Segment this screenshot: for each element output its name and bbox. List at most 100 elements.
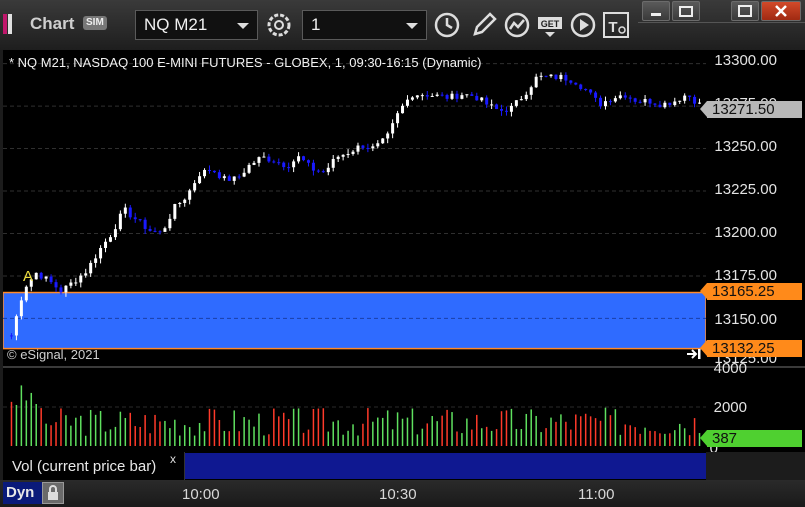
study-tab-strip: [185, 453, 706, 479]
candle-body: [242, 172, 246, 177]
volume-pane[interactable]: [3, 368, 706, 452]
candle-body: [123, 207, 127, 214]
restore-icon[interactable]: [672, 1, 700, 21]
candle-body: [222, 176, 226, 179]
candle-body: [64, 285, 68, 293]
candle-body: [678, 100, 682, 102]
candle-body: [306, 160, 310, 163]
price-axis-label: 13150.00: [714, 311, 777, 328]
candle-body: [673, 101, 677, 106]
candle-body: [316, 170, 320, 172]
candle-body: [465, 94, 469, 96]
price-axis-label: 13300.00: [714, 52, 777, 69]
candle-body: [84, 273, 88, 276]
lock-icon[interactable]: [42, 482, 64, 504]
candle-body: [485, 97, 489, 105]
minimize-icon[interactable]: [642, 1, 670, 21]
candle-body: [381, 138, 385, 144]
candle-body: [336, 156, 340, 160]
candle-body: [638, 101, 642, 103]
candle-body: [584, 88, 588, 90]
candle-body: [9, 335, 13, 337]
candle-body: [297, 156, 301, 162]
candle-body: [376, 143, 380, 147]
candle-body: [198, 176, 202, 184]
chart-study-icon[interactable]: [502, 10, 532, 40]
candle-body: [188, 190, 192, 200]
close-icon[interactable]: [761, 1, 801, 21]
candle-body: [519, 99, 523, 101]
symbol-selector[interactable]: NQ M21: [135, 10, 258, 40]
candle-body: [153, 230, 157, 232]
candle-body: [460, 95, 464, 99]
candle-body: [287, 167, 291, 169]
get-data-icon[interactable]: GET: [535, 10, 565, 40]
price-chart-canvas: A: [2, 63, 707, 350]
candle-body: [693, 96, 697, 104]
candle-body: [658, 104, 662, 108]
price-chart-pane[interactable]: A * NQ M21, NASDAQ 100 E-MINI FUTURES - …: [2, 50, 707, 366]
study-tab-volume[interactable]: Vol (current price bar): [3, 452, 185, 480]
candle-body: [227, 176, 231, 181]
price-range-box: [2, 291, 707, 350]
candle-body: [653, 103, 657, 105]
clock-icon[interactable]: [432, 10, 462, 40]
candle-body: [252, 162, 256, 165]
candle-body: [207, 169, 211, 171]
candle-body: [217, 172, 221, 179]
range-high-marker: 13165.25: [700, 283, 802, 300]
candle-body: [391, 123, 395, 134]
text-tool-icon[interactable]: T: [601, 10, 631, 40]
candle-body: [396, 113, 400, 124]
trade-mode-indicator: [3, 14, 23, 34]
candle-body: [19, 300, 23, 317]
candle-body: [24, 286, 28, 301]
candle-body: [371, 146, 375, 149]
close-icon[interactable]: x: [170, 452, 176, 466]
maximize-icon[interactable]: [731, 1, 759, 21]
candle-body: [257, 157, 261, 163]
candle-body: [173, 204, 177, 219]
candle-body: [302, 156, 306, 161]
candle-body: [599, 97, 603, 107]
settings-gear-icon[interactable]: [264, 10, 294, 40]
candle-body: [475, 95, 479, 101]
candle-body: [440, 94, 444, 96]
candle-body: [683, 95, 687, 101]
time-tick-label: 11:00: [578, 486, 615, 503]
candle-body: [643, 98, 647, 103]
candle-body: [470, 94, 474, 96]
play-icon[interactable]: [568, 10, 598, 40]
candle-body: [549, 74, 553, 77]
candle-body: [425, 95, 429, 97]
candle-body: [272, 161, 276, 163]
candle-body: [633, 98, 637, 102]
candle-body: [569, 80, 573, 83]
dynamic-mode-button[interactable]: Dyn: [3, 482, 42, 504]
volume-axis-label: 2000: [713, 399, 747, 416]
candle-body: [212, 170, 216, 173]
candle-body: [247, 164, 251, 173]
candle-body: [663, 102, 667, 108]
interval-selector[interactable]: 1: [302, 10, 427, 40]
last-price-marker: 13271.50: [700, 101, 802, 118]
price-axis[interactable]: 13300.00 13275.00 13250.00 13225.00 1320…: [700, 50, 805, 366]
candle-body: [613, 98, 617, 102]
candle-body: [435, 94, 439, 96]
study-tab-label: Vol (current price bar): [12, 458, 157, 475]
pencil-draw-icon[interactable]: [469, 10, 499, 40]
price-axis-label: 13225.00: [714, 181, 777, 198]
candle-body: [158, 231, 162, 233]
time-tick-label: 10:00: [182, 486, 220, 503]
candle-body: [514, 100, 518, 106]
price-axis-label: 13250.00: [714, 138, 777, 155]
candle-body: [138, 219, 142, 221]
volume-axis[interactable]: 4000 2000 0 387: [700, 360, 805, 452]
candle-body: [574, 82, 578, 85]
candle-body: [193, 183, 197, 191]
candle-body: [143, 219, 147, 229]
candle-body: [94, 258, 98, 263]
candle-body: [559, 74, 563, 80]
price-axis-label: 13175.00: [714, 267, 777, 284]
candle-body: [326, 167, 330, 173]
